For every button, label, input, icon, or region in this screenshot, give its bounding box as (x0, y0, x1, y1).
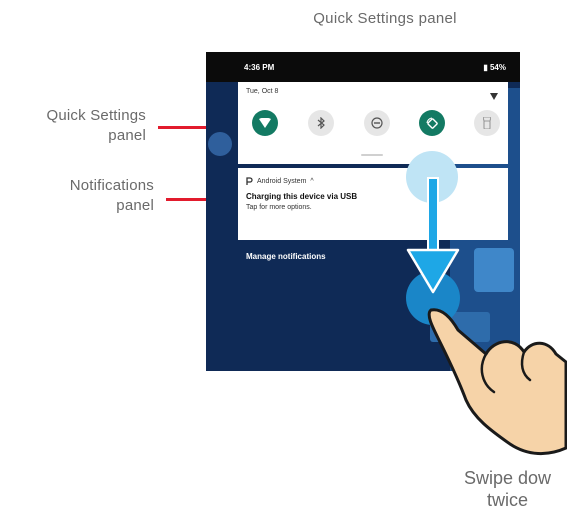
swipe-instruction-line1: Swipe dow (463, 468, 552, 488)
gesture-overlay (406, 151, 567, 455)
pointing-hand-icon (427, 308, 567, 455)
swipe-arrow-shaft (427, 177, 439, 253)
swipe-instruction: Swipe dow twice (448, 467, 567, 511)
swipe-instruction-line2: twice (486, 490, 528, 510)
